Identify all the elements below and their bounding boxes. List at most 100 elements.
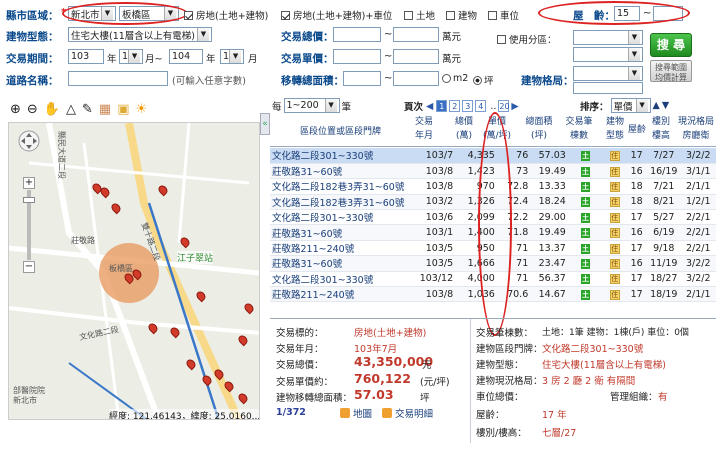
checkbox[interactable]: [184, 10, 193, 20]
prev-page-icon[interactable]: ◀: [426, 101, 433, 112]
month-from-select[interactable]: 1 ▼: [119, 49, 143, 64]
unit-m2-radio[interactable]: m2: [442, 73, 468, 84]
page-2[interactable]: 2: [449, 100, 461, 112]
type-opt-3[interactable]: 土地: [404, 8, 435, 22]
per-page-select[interactable]: 1~200 ▼: [283, 98, 340, 113]
chevron-down-icon: ▼: [635, 99, 648, 112]
total-price-to[interactable]: [393, 27, 439, 42]
building-type-select[interactable]: 住宅大樓(11層含以上有電梯) ▼: [68, 27, 212, 42]
type-opt-label: 房地(土地+建物): [196, 11, 269, 22]
table-cell: 住: [603, 271, 627, 288]
detail-area-unit: 坪: [420, 393, 430, 404]
layout-select-1[interactable]: ▼: [573, 66, 643, 81]
polygon-icon[interactable]: △: [66, 102, 76, 117]
col-header-ym[interactable]: 交易年月: [412, 115, 436, 143]
table-cell: 2/2/1: [680, 209, 716, 226]
page-3[interactable]: 3: [462, 100, 474, 112]
residence-badge-icon: 住: [609, 150, 620, 161]
type-opt-4[interactable]: 建物: [446, 8, 477, 22]
col-header-address[interactable]: 區段位置或區段門牌: [300, 124, 381, 137]
table-cell: 19.49: [530, 224, 568, 241]
zoom-out-icon[interactable]: ⊖: [27, 102, 38, 117]
unit-ping-radio[interactable]: 坪: [473, 73, 494, 87]
zoom-plus-button[interactable]: +: [23, 177, 35, 189]
layer-icon[interactable]: ☀: [136, 102, 148, 117]
measure-icon[interactable]: ✎: [82, 102, 93, 117]
range-average-button[interactable]: 搜尋範圍 均價計算: [650, 60, 692, 82]
table-cell: 9/18: [647, 240, 681, 257]
next-page-icon[interactable]: ▶: [511, 101, 518, 112]
detail-counter: 1/372: [276, 407, 306, 418]
search-button[interactable]: 搜 尋: [650, 33, 692, 57]
type-opt-5[interactable]: 車位: [488, 8, 519, 22]
table-cell: 103/8: [416, 178, 456, 195]
col-header-floor[interactable]: 樓別樓高: [648, 115, 674, 143]
chevron-down-icon: ▼: [628, 67, 640, 80]
type-opt-2[interactable]: 房地(土地+建物)+車位: [281, 8, 392, 22]
type-opt-1[interactable]: 房地(土地+建物): [184, 8, 268, 22]
radio-selected[interactable]: [473, 75, 482, 85]
select-icon[interactable]: ▣: [117, 102, 129, 117]
sort-desc-icon[interactable]: ▼: [662, 100, 669, 111]
unit-price-to[interactable]: [393, 49, 439, 64]
map-view[interactable]: + − 縣民大道二段 雙十路二段 莊敬路 江子翠站 文化路二段 板橋區 部醫院院…: [8, 122, 260, 420]
table-cell: 1/2/1: [680, 194, 716, 211]
year-to-input[interactable]: 104: [169, 49, 203, 64]
detail-link[interactable]: 交易明細: [382, 406, 433, 420]
use-zone-toggle[interactable]: 使用分區：: [497, 32, 557, 46]
pan-hand-icon[interactable]: ✋: [44, 102, 60, 117]
table-cell: 23.47: [530, 255, 568, 272]
detail-total-label: 交易總價：: [276, 360, 324, 371]
residence-badge-icon: 住: [609, 289, 620, 300]
sep-2: ~: [384, 51, 393, 62]
zoom-slider-handle[interactable]: [23, 197, 35, 203]
grid-icon[interactable]: ▦: [99, 102, 111, 117]
road-input[interactable]: [68, 71, 168, 86]
page-last[interactable]: 20: [498, 100, 510, 112]
zoom-minus-button[interactable]: −: [23, 261, 35, 273]
sort-asc-icon[interactable]: ▲: [653, 100, 660, 111]
col-header-age[interactable]: 屋齡: [628, 122, 646, 135]
page-1[interactable]: 1: [436, 100, 448, 112]
table-cell: 103/5: [416, 255, 456, 272]
unit-price-from[interactable]: [333, 49, 381, 64]
year-from-input[interactable]: 103: [68, 49, 104, 64]
table-cell: 莊敬路31~60號: [270, 163, 417, 180]
m2-label: m2: [453, 73, 469, 84]
total-price-from[interactable]: [333, 27, 381, 42]
wan-unit-2: 萬元: [442, 54, 462, 65]
sort-select[interactable]: 單價 ▼: [610, 98, 651, 113]
detail-unit-unit: (元/坪): [420, 377, 450, 388]
area-to[interactable]: [393, 71, 439, 86]
total-price-label: 交易總價：: [281, 31, 334, 43]
checkbox[interactable]: [446, 10, 455, 20]
table-cell: 13.33: [530, 178, 568, 195]
checkbox[interactable]: [497, 34, 506, 44]
use-zone-select-2[interactable]: ▼: [573, 47, 643, 62]
checkbox[interactable]: [281, 10, 290, 20]
layout-select-2[interactable]: [573, 82, 643, 94]
col-header-btype[interactable]: 建物型態: [604, 115, 626, 143]
table-cell: 103/12: [416, 271, 456, 288]
zoom-in-icon[interactable]: ⊕: [10, 102, 21, 117]
sep-3: ~: [384, 73, 393, 84]
map-pan-control[interactable]: [17, 129, 41, 169]
map-link[interactable]: 地圖: [340, 406, 372, 420]
checkbox[interactable]: [404, 10, 413, 20]
radio[interactable]: [442, 74, 451, 83]
col-header-area[interactable]: 總面積(坪): [524, 115, 554, 143]
table-cell: 103/6: [416, 209, 456, 226]
page-4[interactable]: 4: [475, 100, 487, 112]
area-from[interactable]: [343, 71, 381, 86]
collapse-panel-handle[interactable]: «: [260, 113, 270, 135]
col-header-count[interactable]: 交易筆棟數: [564, 115, 594, 143]
table-cell: 8/21: [647, 194, 681, 211]
land-badge-icon: 土: [581, 274, 591, 285]
table-cell: 11/19: [647, 255, 681, 272]
col-header-layout[interactable]: 現況格局房廳衛: [676, 115, 716, 143]
checkbox[interactable]: [488, 10, 497, 20]
station-label: 江子翠站: [177, 251, 214, 264]
col-header-total[interactable]: 總價(萬): [450, 115, 478, 143]
use-zone-select[interactable]: ▼: [573, 30, 643, 45]
month-to-select[interactable]: 1 ▼: [220, 49, 244, 64]
